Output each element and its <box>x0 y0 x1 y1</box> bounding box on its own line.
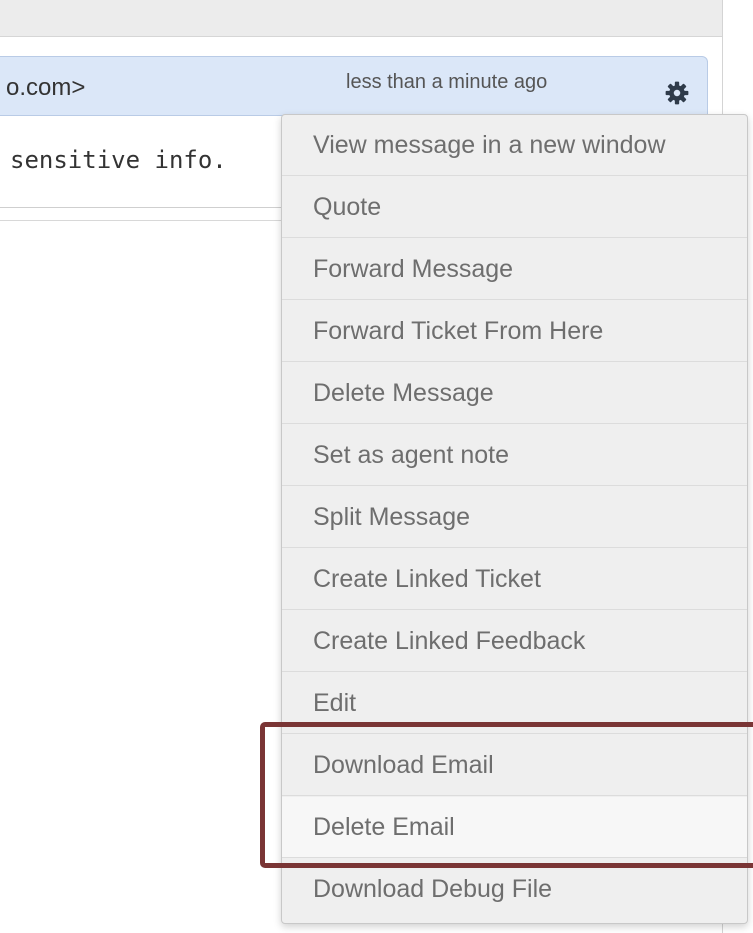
menu-item-quote[interactable]: Quote <box>282 177 747 238</box>
menu-item-forward-message[interactable]: Forward Message <box>282 239 747 300</box>
sender-address: o.com> <box>6 74 86 101</box>
menu-item-delete-message[interactable]: Delete Message <box>282 363 747 424</box>
menu-item-download-debug-file[interactable]: Download Debug File <box>282 859 747 920</box>
menu-item-edit[interactable]: Edit <box>282 673 747 734</box>
menu-item-download-email[interactable]: Download Email <box>282 735 747 796</box>
message-actions-menu: View message in a new window Quote Forwa… <box>281 114 748 924</box>
gear-icon[interactable] <box>664 80 690 106</box>
menu-item-forward-ticket[interactable]: Forward Ticket From Here <box>282 301 747 362</box>
message-timestamp: less than a minute ago <box>346 71 548 93</box>
menu-item-create-linked-feedback[interactable]: Create Linked Feedback <box>282 611 747 672</box>
message-header: o.com> less than a minute ago <box>0 56 708 116</box>
top-toolbar <box>0 0 722 37</box>
message-body-text: sensitive info. <box>10 146 227 174</box>
menu-item-set-agent-note[interactable]: Set as agent note <box>282 425 747 486</box>
menu-item-create-linked-ticket[interactable]: Create Linked Ticket <box>282 549 747 610</box>
ticket-page: o.com> less than a minute ago sensitive … <box>0 0 753 933</box>
menu-item-view-new-window[interactable]: View message in a new window <box>282 115 747 176</box>
menu-item-split-message[interactable]: Split Message <box>282 487 747 548</box>
menu-item-delete-email[interactable]: Delete Email <box>282 797 747 858</box>
